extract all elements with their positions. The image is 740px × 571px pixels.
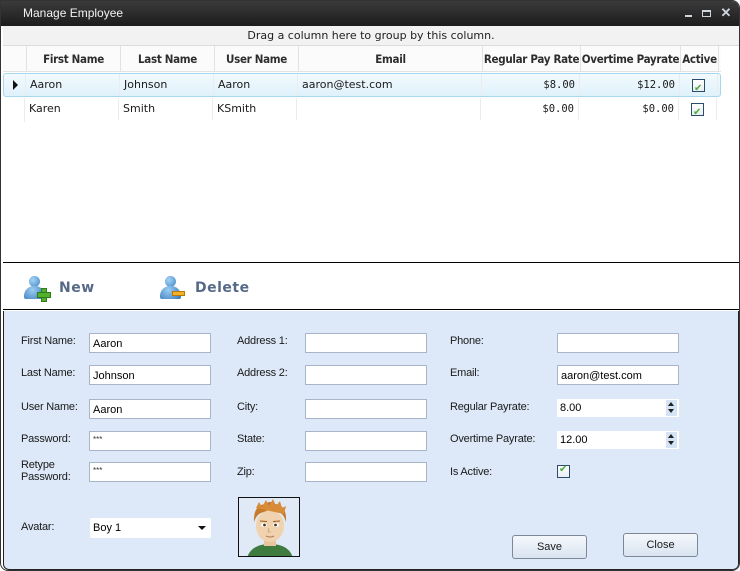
first-name-input[interactable]: Aaron [89, 333, 211, 353]
first-name-label: First Name: [21, 335, 76, 347]
last-name-label: Last Name: [21, 367, 76, 379]
retype-password-input[interactable]: *** [89, 462, 211, 482]
cell-user-name[interactable]: KSmith [213, 98, 297, 120]
close-icon: ✕ [720, 5, 732, 20]
row-indicator-header [3, 46, 27, 72]
overtime-payrate-label: Overtime Payrate: [450, 433, 536, 445]
address2-input[interactable] [305, 365, 427, 385]
state-input[interactable] [305, 431, 427, 451]
is-active-label: Is Active: [450, 466, 493, 478]
password-label: Password: [21, 433, 71, 445]
grid-header: First Name Last Name User Name Email Reg… [3, 46, 721, 72]
column-header-user-name[interactable]: User Name [215, 46, 299, 72]
avatar-select[interactable]: Boy 1 [90, 518, 211, 538]
group-by-panel[interactable]: Drag a column here to group by this colu… [3, 26, 739, 46]
active-checkbox[interactable] [691, 102, 704, 120]
column-header-last-name[interactable]: Last Name [121, 46, 215, 72]
is-active-checkbox[interactable] [557, 464, 570, 478]
column-header-email[interactable]: Email [299, 46, 483, 72]
row-indicator [4, 74, 26, 96]
column-header-active[interactable]: Active [681, 46, 719, 72]
overtime-payrate-spin-buttons[interactable] [666, 432, 677, 448]
address1-label: Address 1: [237, 335, 288, 347]
state-label: State: [237, 433, 265, 445]
regular-payrate-spinner[interactable]: 8.00 [557, 399, 679, 417]
column-header-first-name[interactable]: First Name [27, 46, 121, 72]
close-window-button[interactable]: ✕ [719, 5, 733, 21]
maximize-icon [701, 10, 711, 17]
table-row[interactable]: Aaron Johnson Aaron aaron@test.com $8.00… [3, 73, 721, 97]
user-name-input[interactable]: Aaron [89, 399, 211, 419]
spin-up-icon[interactable] [668, 402, 674, 406]
cell-first-name[interactable]: Aaron [26, 74, 120, 96]
regular-payrate-spin-buttons[interactable] [666, 400, 677, 416]
remove-user-icon [159, 275, 185, 301]
address2-label: Address 2: [237, 367, 288, 379]
table-row[interactable]: Karen Smith KSmith $0.00 $0.00 [3, 98, 721, 122]
cell-last-name[interactable]: Johnson [120, 74, 214, 96]
spin-down-icon[interactable] [668, 441, 674, 445]
spin-up-icon[interactable] [668, 434, 674, 438]
avatar-selected-value: Boy 1 [93, 522, 122, 534]
cell-active[interactable] [680, 74, 718, 96]
cell-user-name[interactable]: Aaron [214, 74, 298, 96]
manage-employee-window: Manage Employee ✕ Drag a column here to … [0, 0, 740, 571]
last-name-input[interactable]: Johnson [89, 365, 211, 385]
minimize-icon [684, 15, 692, 17]
overtime-payrate-spinner[interactable]: 12.00 [557, 431, 679, 449]
chevron-down-icon [198, 526, 206, 530]
column-header-regular-pay-rate[interactable]: Regular Pay Rate [483, 46, 581, 72]
phone-label: Phone: [450, 335, 484, 347]
cell-active[interactable] [679, 98, 717, 120]
city-label: City: [237, 401, 259, 413]
zip-label: Zip: [237, 466, 255, 478]
spin-down-icon[interactable] [668, 409, 674, 413]
boy-avatar-icon [239, 498, 299, 556]
overtime-payrate-value: 12.00 [560, 434, 588, 446]
phone-input[interactable] [557, 333, 679, 353]
password-input[interactable]: *** [89, 431, 211, 451]
new-button-label: New [59, 280, 95, 296]
toolbar: New Delete [3, 264, 739, 310]
cell-last-name[interactable]: Smith [119, 98, 213, 120]
email-label: Email: [450, 367, 480, 379]
retype-password-label-line1: Retype [21, 459, 55, 471]
regular-payrate-label: Regular Payrate: [450, 401, 530, 413]
save-button[interactable]: Save [512, 535, 587, 559]
minimize-button[interactable] [681, 5, 695, 21]
avatar-image [238, 497, 300, 557]
regular-payrate-value: 8.00 [560, 402, 582, 414]
user-name-label: User Name: [21, 401, 78, 413]
retype-password-label-line2: Password: [21, 471, 71, 483]
employee-grid: First Name Last Name User Name Email Reg… [3, 46, 739, 263]
cell-overtime-payrate[interactable]: $12.00 [580, 74, 680, 96]
cell-email[interactable]: aaron@test.com [298, 74, 482, 96]
group-by-hint: Drag a column here to group by this colu… [247, 29, 495, 42]
window-title: Manage Employee [23, 6, 124, 20]
avatar-label: Avatar: [21, 521, 55, 533]
cell-first-name[interactable]: Karen [25, 98, 119, 120]
city-input[interactable] [305, 399, 427, 419]
active-checkbox[interactable] [692, 78, 705, 96]
cell-regular-pay-rate[interactable]: $8.00 [482, 74, 580, 96]
zip-input[interactable] [305, 462, 427, 482]
cell-overtime-payrate[interactable]: $0.00 [579, 98, 679, 120]
title-bar[interactable]: Manage Employee ✕ [1, 1, 739, 26]
row-indicator [3, 98, 25, 122]
cell-regular-pay-rate[interactable]: $0.00 [481, 98, 579, 120]
delete-button-label: Delete [195, 280, 250, 296]
maximize-button[interactable] [699, 5, 713, 21]
column-header-overtime-payrate[interactable]: Overtime Payrate [581, 46, 681, 72]
address1-input[interactable] [305, 333, 427, 353]
new-button[interactable]: New [23, 274, 95, 302]
current-row-arrow-icon [13, 80, 18, 90]
cell-email[interactable] [297, 98, 481, 120]
close-button[interactable]: Close [623, 533, 698, 557]
delete-button[interactable]: Delete [159, 274, 250, 302]
email-input[interactable]: aaron@test.com [557, 365, 679, 385]
add-user-icon [23, 275, 51, 302]
employee-details-form: First Name: Aaron Last Name: Johnson Use… [3, 311, 739, 570]
